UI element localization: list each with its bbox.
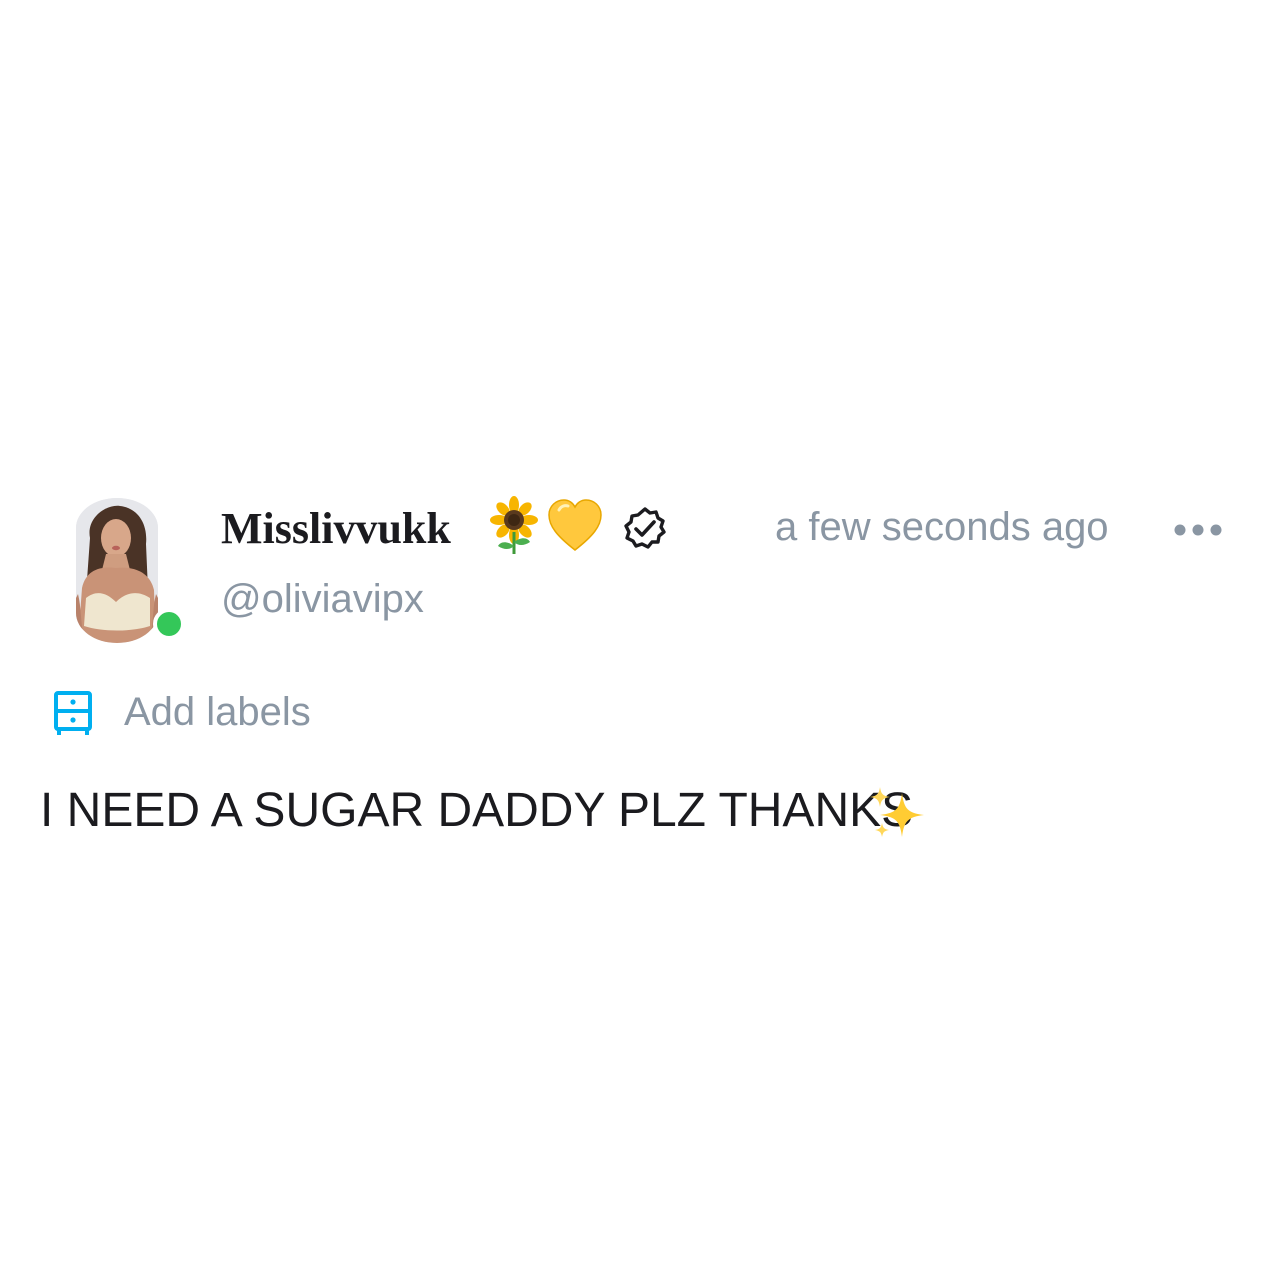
avatar[interactable] — [76, 498, 185, 643]
online-status-indicator — [153, 608, 185, 640]
author-handle[interactable]: @oliviavipx — [221, 577, 424, 622]
post-card: Misslivvukk a few seconds ago @oliviavip… — [0, 0, 1276, 1276]
labels-icon — [54, 691, 92, 735]
avatar-image — [76, 498, 158, 643]
verified-badge-icon — [624, 507, 666, 549]
add-labels-label: Add labels — [124, 689, 311, 734]
author-display-name[interactable]: Misslivvukk — [221, 503, 451, 554]
more-dots-icon[interactable] — [1168, 512, 1228, 548]
sunflower-emoji — [490, 496, 538, 554]
yellow-heart-emoji — [548, 499, 602, 551]
post-timestamp: a few seconds ago — [775, 505, 1109, 549]
sparkles-emoji — [870, 787, 924, 837]
post-text: I NEED A SUGAR DADDY PLZ THANKS — [40, 784, 914, 837]
add-labels-button[interactable]: Add labels — [50, 684, 311, 740]
